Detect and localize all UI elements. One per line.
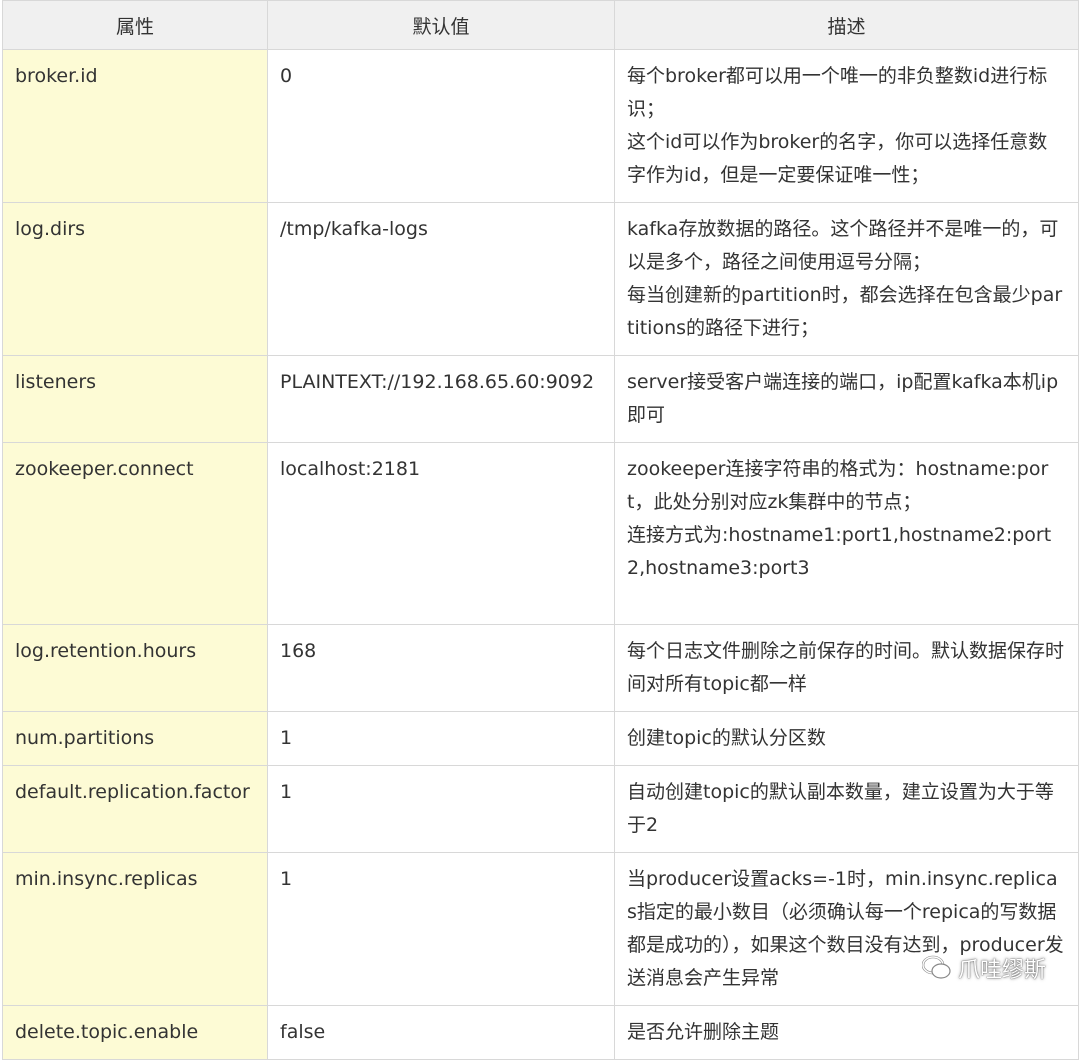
- description-line: 自动创建topic的默认副本数量，建立设置为大于等于2: [627, 781, 1054, 836]
- property-cell: log.dirs: [2, 202, 268, 356]
- property-cell: num.partitions: [2, 711, 268, 766]
- header-row: 属性 默认值 描述: [2, 0, 1079, 50]
- default-value-cell: 0: [267, 49, 615, 203]
- description-cell: 自动创建topic的默认副本数量，建立设置为大于等于2: [614, 765, 1079, 853]
- table-row: zookeeper.connect localhost:2181 zookeeper…: [2, 442, 1079, 625]
- default-value-cell: localhost:2181: [267, 442, 615, 625]
- description-cell: 每个broker都可以用一个唯一的非负整数id进行标识； 这个id可以作为brok…: [614, 49, 1079, 203]
- default-value-cell: 1: [267, 765, 615, 853]
- table-row: listeners PLAINTEXT://192.168.65.60:9092 s…: [2, 355, 1079, 443]
- property-cell: delete.topic.enable: [2, 1005, 268, 1060]
- default-value-cell: 168: [267, 624, 615, 712]
- description-line: kafka存放数据的路径。这个路径并不是唯一的，可以是多个，路径之间使用逗号分隔…: [627, 218, 1059, 273]
- table-row: num.partitions 1 创建topic的默认分区数: [2, 711, 1079, 766]
- property-cell: zookeeper.connect: [2, 442, 268, 625]
- table-row: default.replication.factor 1 自动创建topic的默认副…: [2, 765, 1079, 853]
- table-row: log.dirs/tmp/kafka-logs kafka存放数据的路径。这个路径…: [2, 202, 1079, 356]
- default-value-cell: /tmp/kafka-logs: [267, 202, 615, 356]
- description-cell: 是否允许删除主题: [614, 1005, 1079, 1060]
- default-value-cell: 1: [267, 852, 615, 1006]
- property-cell: listeners: [2, 355, 268, 443]
- description-cell: kafka存放数据的路径。这个路径并不是唯一的，可以是多个，路径之间使用逗号分隔…: [614, 202, 1079, 356]
- table-row: broker.id 0 每个broker都可以用一个唯一的非负整数id进行标识； 这个…: [2, 49, 1079, 203]
- table-row: delete.topic.enable false 是否允许删除主题: [2, 1005, 1079, 1060]
- table-row: log.retention.hours 168 每个日志文件删除之前保存的时间。默认…: [2, 624, 1079, 712]
- description-cell: zookeeper连接字符串的格式为：hostname:port，此处分别对应z…: [614, 442, 1079, 625]
- description-line: 每当创建新的partition时，都会选择在包含最少partitions的路径下…: [627, 284, 1063, 339]
- header-description: 描述: [614, 0, 1079, 50]
- description-line: 连接方式为:hostname1:port1,hostname2:port2,ho…: [627, 524, 1052, 579]
- description-cell: 每个日志文件删除之前保存的时间。默认数据保存时间对所有topic都一样: [614, 624, 1079, 712]
- property-cell: broker.id: [2, 49, 268, 203]
- description-line: server接受客户端连接的端口，ip配置kafka本机ip即可: [627, 371, 1059, 426]
- wechat-icon: [921, 955, 952, 981]
- description-line: zookeeper连接字符串的格式为：hostname:port，此处分别对应z…: [627, 458, 1049, 513]
- description-line: 创建topic的默认分区数: [627, 727, 826, 749]
- description-line: 每个日志文件删除之前保存的时间。默认数据保存时间对所有topic都一样: [627, 640, 1065, 695]
- description-cell: server接受客户端连接的端口，ip配置kafka本机ip即可: [614, 355, 1079, 443]
- watermark: 爪哇缪斯: [921, 952, 1046, 984]
- header-property: 属性: [2, 0, 268, 50]
- property-cell: log.retention.hours: [2, 624, 268, 712]
- description-line: 是否允许删除主题: [627, 1021, 780, 1043]
- default-value-cell: PLAINTEXT://192.168.65.60:9092: [267, 355, 615, 443]
- default-value-cell: 1: [267, 711, 615, 766]
- default-value-cell: false: [267, 1005, 615, 1060]
- property-cell: min.insync.replicas: [2, 852, 268, 1006]
- header-default: 默认值: [267, 0, 615, 50]
- description-cell: 创建topic的默认分区数: [614, 711, 1079, 766]
- description-line: 每个broker都可以用一个唯一的非负整数id进行标识；: [627, 65, 1048, 120]
- description-line: 这个id可以作为broker的名字，你可以选择任意数字作为id，但是一定要保证唯…: [627, 131, 1048, 186]
- config-table: 属性 默认值 描述 broker.id 0 每个broker都可以用一个唯一的非负整…: [2, 0, 1079, 1060]
- watermark-text: 爪哇缪斯: [957, 958, 1046, 983]
- property-cell: default.replication.factor: [2, 765, 268, 853]
- table-row: min.insync.replicas 1 当producer设置acks=-1时，…: [2, 852, 1079, 1006]
